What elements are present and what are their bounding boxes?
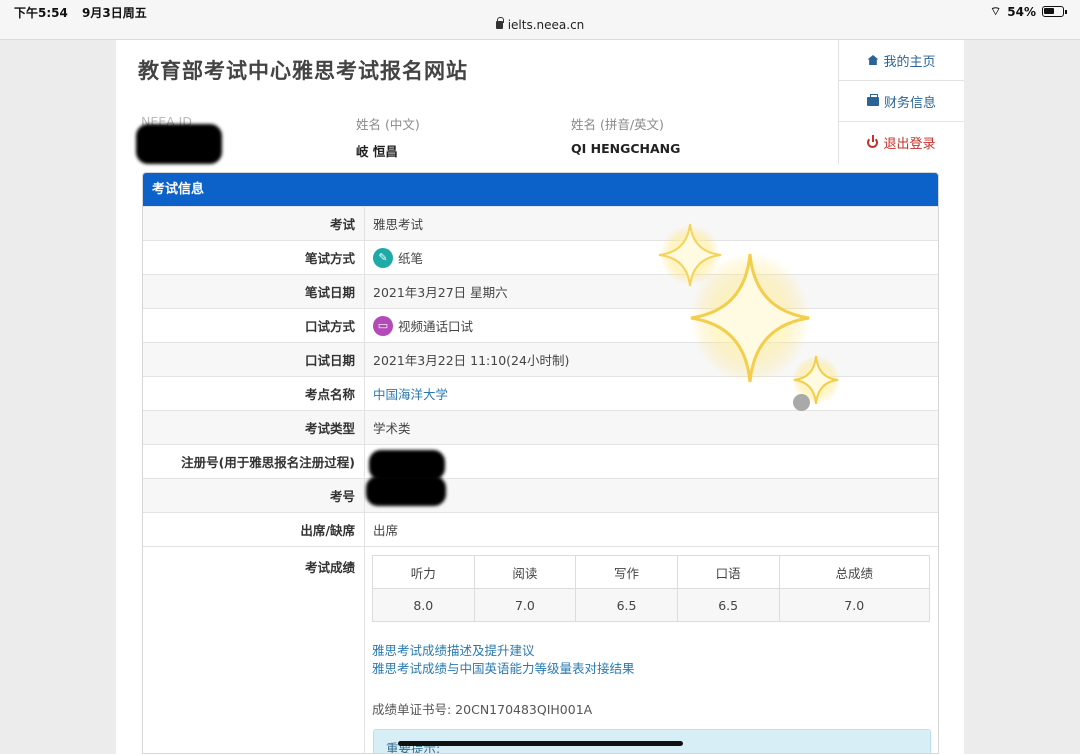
written-mode-value: 纸笔 [398, 251, 424, 266]
briefcase-icon [866, 93, 879, 106]
name-cn-block: 姓名 (中文) 岐 恒昌 [356, 114, 420, 160]
table-row: 出席/缺席 出席 [143, 512, 938, 546]
account-nav: 我的主页 财务信息 退出登录 [838, 40, 964, 164]
row-label: 考试成绩 [143, 547, 365, 753]
nav-logout-label: 退出登录 [883, 137, 936, 152]
score-value: 6.5 [676, 588, 780, 622]
score-value: 7.0 [473, 588, 577, 622]
row-value: 雅思考试 [373, 217, 424, 232]
speaking-mode-value: 视频通话口试 [398, 319, 474, 334]
redacted-candidate-number [366, 476, 446, 506]
row-value: 2021年3月27日 星期六 [373, 285, 508, 300]
table-row: 笔试日期 2021年3月27日 星期六 [143, 274, 938, 308]
row-value: 2021年3月22日 11:10(24小时制) [373, 353, 570, 368]
cse-mapping-link[interactable]: 雅思考试成绩与中国英语能力等级量表对接结果 [372, 660, 931, 678]
score-table: 听力 阅读 写作 口语 总成绩 8.0 7.0 6.5 6.5 7.0 [372, 555, 930, 622]
certificate-number: 成绩单证书号: 20CN170483QIH001A [372, 702, 593, 717]
row-value: 出席 [373, 523, 399, 538]
name-en-value: QI HENGCHANG [571, 141, 681, 156]
pencil-icon: ✎ [373, 247, 393, 268]
nav-logout[interactable]: 退出登录 [839, 122, 964, 163]
table-row: 考试类型 学术类 [143, 410, 938, 444]
panel-title: 考试信息 [143, 173, 938, 206]
score-header-row: 听力 阅读 写作 口语 总成绩 [372, 555, 930, 589]
nav-home-label: 我的主页 [883, 54, 936, 70]
nav-finance-label: 财务信息 [883, 95, 936, 111]
row-value: ▭ 视频通话口试 [365, 309, 938, 342]
score-description-link[interactable]: 雅思考试成绩描述及提升建议 [372, 642, 931, 660]
ios-status-bar: 下午5:54 9月3日周五 ielts.neea.cn ⌔ 54% [0, 0, 1080, 40]
video-camera-icon: ▭ [373, 315, 393, 336]
table-row: 考试 雅思考试 [143, 206, 938, 240]
battery-icon [1042, 6, 1067, 17]
score-value: 6.5 [575, 588, 678, 622]
table-row: 笔试方式 ✎ 纸笔 [143, 240, 938, 274]
scores-row: 考试成绩 听力 阅读 写作 口语 总成绩 8.0 7.0 6.5 6.5 7.0… [143, 546, 938, 753]
address-bar[interactable]: ielts.neea.cn [0, 17, 1080, 32]
row-value: 学术类 [373, 421, 411, 436]
exam-info-panel: 考试信息 考试 雅思考试 笔试方式 ✎ 纸笔 笔试日期 2021年3月27日 星… [142, 172, 939, 754]
page-title: 教育部考试中心雅思考试报名网站 [138, 59, 468, 83]
row-label: 考号 [143, 479, 365, 512]
venue-link[interactable]: 中国海洋大学 [365, 377, 938, 410]
exam-info-rows: 考试 雅思考试 笔试方式 ✎ 纸笔 笔试日期 2021年3月27日 星期六 口试… [143, 206, 938, 753]
score-header: 总成绩 [778, 555, 930, 589]
row-value [365, 479, 938, 512]
score-header: 阅读 [473, 555, 577, 589]
table-row: 考号 [143, 478, 938, 512]
row-label: 考点名称 [143, 377, 365, 410]
row-label: 笔试方式 [143, 241, 365, 274]
row-label: 注册号(用于雅思报名注册过程) [143, 445, 365, 478]
name-en-label: 姓名 (拼音/英文) [571, 117, 664, 132]
row-value: ✎ 纸笔 [365, 241, 938, 274]
score-header: 口语 [676, 555, 780, 589]
battery-percent: 54% [1007, 4, 1036, 19]
name-en-block: 姓名 (拼音/英文) QI HENGCHANG [571, 114, 680, 156]
score-value: 8.0 [372, 588, 475, 622]
lock-icon [495, 17, 504, 29]
row-label: 考试类型 [143, 411, 365, 444]
row-label: 口试方式 [143, 309, 365, 342]
row-label: 口试日期 [143, 343, 365, 376]
redacted-neea-id [136, 124, 222, 164]
address-url: ielts.neea.cn [507, 18, 585, 32]
wifi-icon: ⌔ [989, 4, 1002, 18]
row-label: 笔试日期 [143, 275, 365, 308]
name-cn-label: 姓名 (中文) [356, 117, 420, 132]
score-header: 听力 [372, 555, 475, 589]
row-label: 考试 [143, 207, 365, 240]
score-value: 7.0 [778, 588, 930, 622]
status-indicators: ⌔ 54% [989, 4, 1067, 19]
home-indicator[interactable] [398, 741, 683, 746]
row-value [365, 445, 938, 478]
name-cn-value: 岐 恒昌 [356, 144, 398, 159]
score-header: 写作 [575, 555, 678, 589]
power-icon [867, 135, 879, 148]
home-icon [867, 55, 879, 65]
nav-home[interactable]: 我的主页 [839, 40, 964, 81]
table-row: 注册号(用于雅思报名注册过程) [143, 444, 938, 478]
scores-area: 听力 阅读 写作 口语 总成绩 8.0 7.0 6.5 6.5 7.0 雅思考试… [365, 547, 938, 753]
table-row: 口试方式 ▭ 视频通话口试 [143, 308, 938, 342]
row-label: 出席/缺席 [143, 513, 365, 546]
score-links: 雅思考试成绩描述及提升建议 雅思考试成绩与中国英语能力等级量表对接结果 [372, 642, 931, 678]
touch-indicator [793, 394, 810, 411]
nav-finance[interactable]: 财务信息 [839, 81, 964, 122]
score-value-row: 8.0 7.0 6.5 6.5 7.0 [372, 588, 930, 622]
